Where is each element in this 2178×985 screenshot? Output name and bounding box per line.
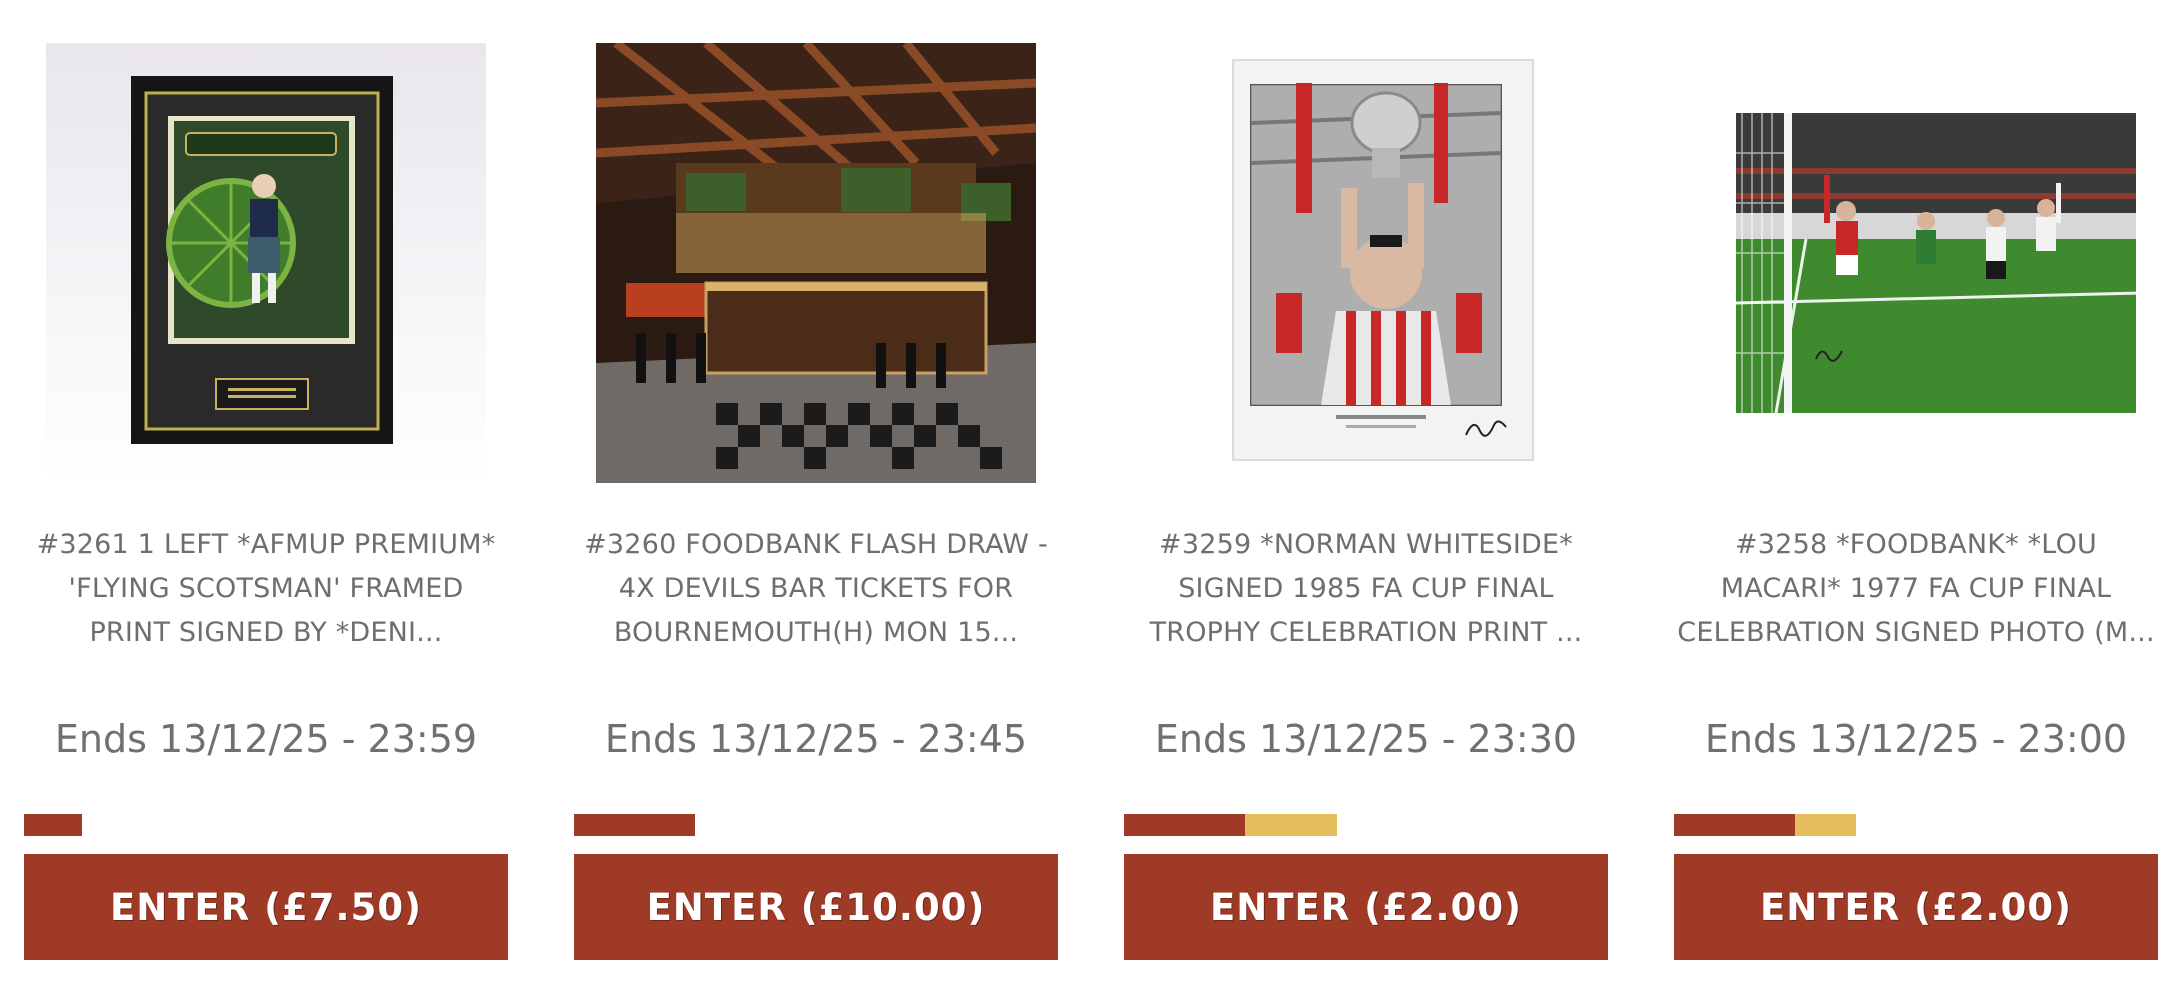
end-date: Ends 13/12/25 - 23:59 (54, 717, 478, 761)
progress-bar (574, 814, 1058, 836)
progress-sold (24, 814, 82, 836)
competition-title[interactable]: #3258 *FOODBANK* *LOU MACARI* 1977 FA CU… (1674, 523, 2158, 655)
product-image[interactable] (1696, 43, 2136, 483)
product-image[interactable] (596, 43, 1036, 483)
end-date: Ends 13/12/25 - 23:45 (604, 717, 1028, 761)
enter-button[interactable]: ENTER (£7.50) (24, 854, 508, 960)
progress-sold (574, 814, 695, 836)
progress-reserved (1245, 814, 1337, 836)
competition-card: #3259 *NORMAN WHITESIDE* SIGNED 1985 FA … (1124, 0, 1608, 985)
competition-card: #3261 1 LEFT *AFMUP PREMIUM* 'FLYING SCO… (24, 0, 508, 985)
progress-sold (1674, 814, 1795, 836)
competition-title[interactable]: #3260 FOODBANK FLASH DRAW - 4X DEVILS BA… (574, 523, 1058, 655)
enter-button[interactable]: ENTER (£2.00) (1674, 854, 2158, 960)
enter-button[interactable]: ENTER (£2.00) (1124, 854, 1608, 960)
product-image[interactable] (46, 43, 486, 483)
enter-button[interactable]: ENTER (£10.00) (574, 854, 1058, 960)
competition-title[interactable]: #3259 *NORMAN WHITESIDE* SIGNED 1985 FA … (1124, 523, 1608, 655)
progress-bar (24, 814, 508, 836)
progress-sold (1124, 814, 1245, 836)
competition-card: #3258 *FOODBANK* *LOU MACARI* 1977 FA CU… (1674, 0, 2158, 985)
progress-reserved (1795, 814, 1856, 836)
progress-bar (1674, 814, 2158, 836)
competition-card: #3260 FOODBANK FLASH DRAW - 4X DEVILS BA… (574, 0, 1058, 985)
progress-bar (1124, 814, 1608, 836)
competition-title[interactable]: #3261 1 LEFT *AFMUP PREMIUM* 'FLYING SCO… (24, 523, 508, 655)
product-image[interactable] (1146, 43, 1586, 483)
end-date: Ends 13/12/25 - 23:00 (1704, 717, 2128, 761)
competition-grid: #3261 1 LEFT *AFMUP PREMIUM* 'FLYING SCO… (0, 0, 2178, 985)
end-date: Ends 13/12/25 - 23:30 (1154, 717, 1578, 761)
